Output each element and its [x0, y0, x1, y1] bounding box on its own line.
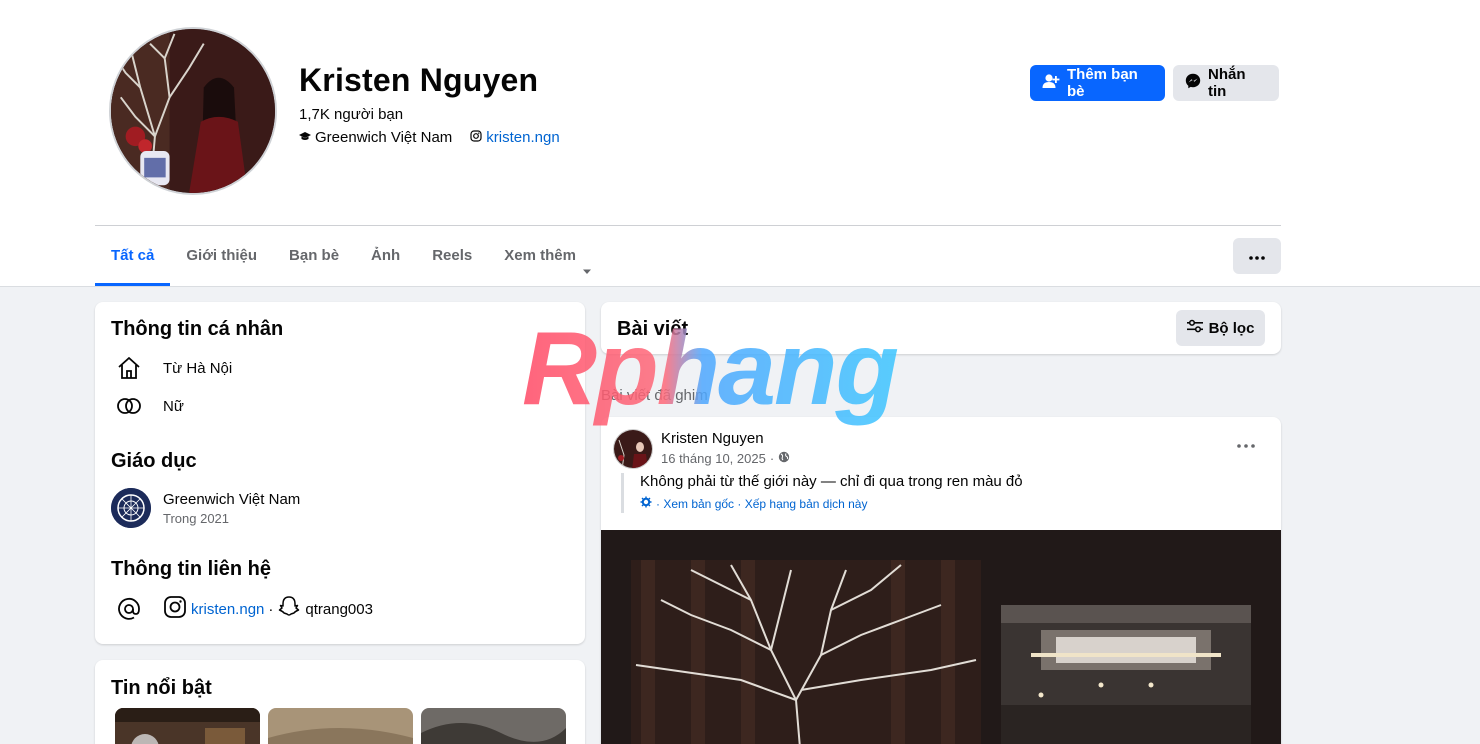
post-date[interactable]: 16 tháng 10, 2025: [661, 451, 766, 466]
instagram-icon: [163, 595, 187, 623]
school-year: Trong 2021: [163, 510, 230, 526]
highlight-item[interactable]: [115, 708, 260, 744]
highlight-item[interactable]: [268, 708, 413, 744]
highlights-title: Tin nổi bật: [111, 677, 212, 699]
filter-icon: [1186, 319, 1203, 337]
instagram-link[interactable]: kristen.ngn: [486, 129, 559, 146]
contact-title: Thông tin liên hệ: [111, 558, 271, 580]
caret-down-icon: [582, 252, 592, 292]
translation-row: · Xem bản gốc · Xếp hạng bản dịch này: [640, 496, 1023, 511]
profile-header: Kristen Nguyen 1,7K người bạn Greenwich …: [0, 0, 1480, 287]
ellipsis-icon: [1249, 247, 1265, 265]
more-options-button[interactable]: [1233, 238, 1281, 274]
profile-name: Kristen Nguyen: [299, 62, 539, 98]
messenger-icon: [1185, 73, 1201, 93]
tab-reels[interactable]: Reels: [416, 236, 488, 286]
add-friend-label: Thêm bạn bè: [1067, 66, 1138, 100]
post-photo[interactable]: [631, 560, 981, 744]
tab-all[interactable]: Tất cả: [95, 236, 171, 286]
post-body: Không phải từ thế giới này — chỉ đi qua …: [621, 473, 1023, 513]
tab-friends[interactable]: Bạn bè: [273, 236, 355, 286]
message-button[interactable]: Nhắn tin: [1173, 65, 1279, 101]
post-text: Không phải từ thế giới này — chỉ đi qua …: [640, 473, 1023, 490]
graduation-cap-icon: [299, 129, 311, 146]
education-row[interactable]: Greenwich Việt Nam Trong 2021: [111, 488, 300, 528]
post-media[interactable]: [601, 530, 1281, 744]
post-author-name[interactable]: Kristen Nguyen: [661, 430, 764, 447]
translation-links[interactable]: · Xem bản gốc · Xếp hạng bản dịch này: [656, 497, 867, 511]
filter-button[interactable]: Bộ lọc: [1176, 310, 1265, 346]
highlight-list: [115, 708, 566, 744]
post-date-row: 16 tháng 10, 2025 ·: [661, 451, 790, 466]
gender-row: Nữ: [111, 393, 184, 419]
message-label: Nhắn tin: [1208, 66, 1246, 100]
gender-icon: [111, 393, 147, 419]
contact-instagram-link[interactable]: kristen.ngn: [191, 601, 264, 618]
profile-tabs: Tất cả Giới thiệu Bạn bè Ảnh Reels Xem t…: [95, 236, 608, 286]
education-title: Giáo dục: [111, 450, 197, 472]
contact-separator: ·: [268, 600, 274, 618]
globe-icon: [778, 451, 790, 466]
school-logo: [111, 488, 151, 528]
post-author-avatar[interactable]: [613, 429, 653, 469]
school-text: Greenwich Việt Nam: [315, 129, 453, 146]
contact-row: kristen.ngn · qtrang003: [111, 595, 373, 623]
school-name: Greenwich Việt Nam: [163, 490, 301, 508]
tab-photos[interactable]: Ảnh: [355, 236, 416, 286]
intro-title: Thông tin cá nhân: [111, 318, 284, 340]
intro-card: Thông tin cá nhân Từ Hà Nội Nữ Giáo dục …: [95, 302, 585, 644]
instagram-icon: [470, 129, 482, 146]
contact-snapchat: qtrang003: [305, 600, 373, 618]
gender-text: Nữ: [163, 397, 184, 415]
highlight-item[interactable]: [421, 708, 566, 744]
watermark-text: Rphang: [522, 312, 898, 427]
highlights-card: Tin nổi bật: [95, 660, 585, 744]
ellipsis-icon: [1237, 435, 1255, 452]
tab-about[interactable]: Giới thiệu: [170, 236, 273, 286]
pinned-post: Kristen Nguyen 16 tháng 10, 2025 · Không…: [601, 417, 1281, 744]
at-sign-icon: [111, 596, 147, 622]
header-divider: [95, 225, 1281, 226]
gear-icon: [640, 496, 652, 511]
post-date-separator: ·: [769, 451, 775, 466]
profile-avatar[interactable]: [109, 27, 277, 195]
watermark-logo: Rphang: [516, 311, 964, 430]
home-icon: [111, 355, 147, 381]
filter-label: Bộ lọc: [1208, 319, 1255, 337]
tab-more[interactable]: Xem thêm: [488, 236, 608, 286]
profile-meta: Greenwich Việt Nam kristen.ngn: [299, 129, 560, 146]
hometown-row: Từ Hà Nội: [111, 355, 232, 381]
hometown-text: Từ Hà Nội: [163, 359, 233, 377]
post-photo[interactable]: [1001, 605, 1251, 744]
post-options-button[interactable]: [1237, 435, 1255, 453]
snapchat-icon: [277, 595, 301, 623]
add-friend-button[interactable]: Thêm bạn bè: [1030, 65, 1165, 101]
add-user-icon: [1042, 73, 1060, 93]
friends-count[interactable]: 1,7K người bạn: [299, 106, 403, 123]
